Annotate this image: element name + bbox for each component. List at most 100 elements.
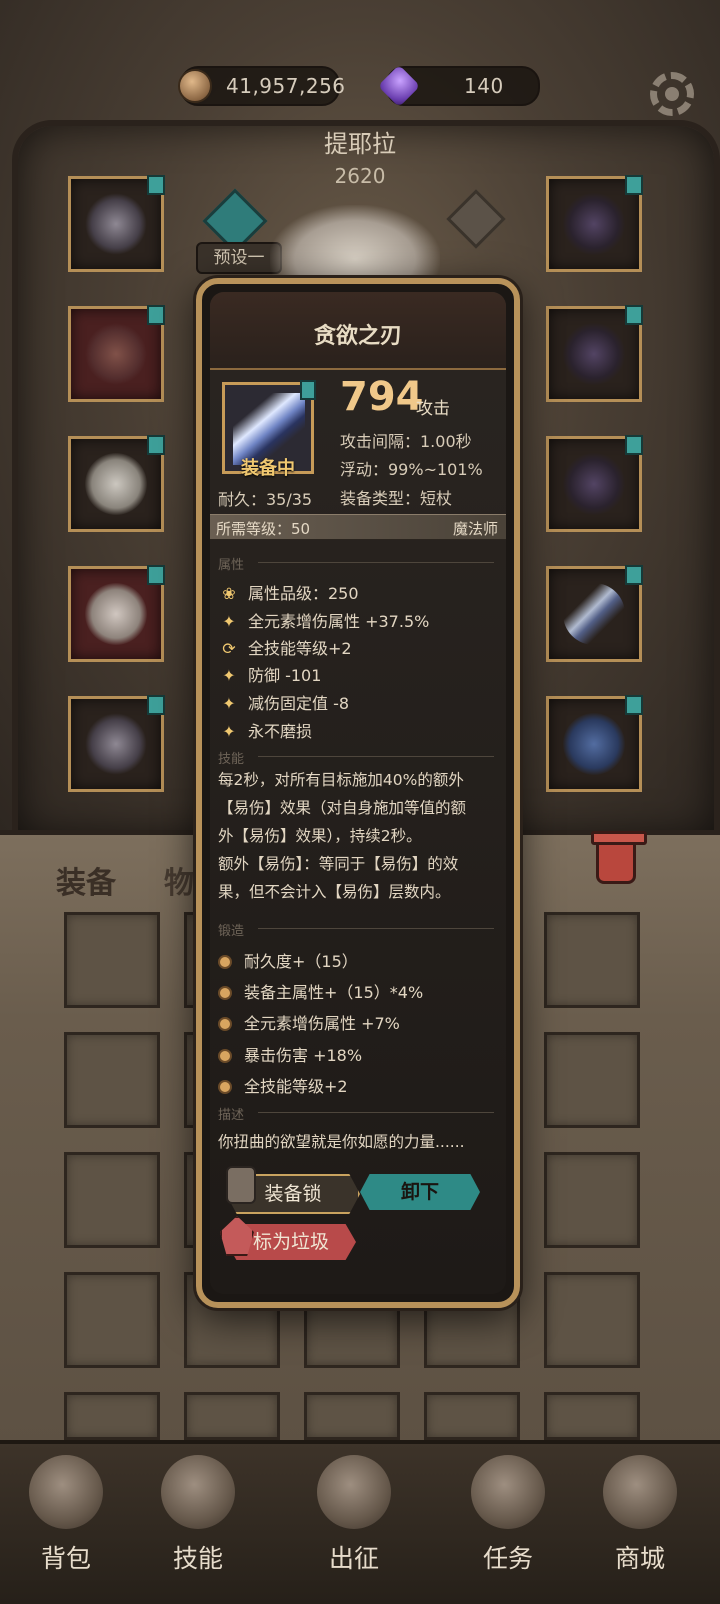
helmet-item-icon: [85, 193, 147, 255]
equip-slot-ring-2[interactable]: [546, 435, 643, 532]
ring-item-icon: [563, 323, 625, 385]
skill-line: 【易伤】效果（对自身施加等值的额: [218, 799, 467, 817]
item-detail-popup: 贪欲之刃 装备中 794 攻击 攻击间隔：1.00秒 浮动：99%~101% 装…: [210, 292, 506, 1294]
gloves-item-icon: [85, 453, 147, 515]
inventory-cell[interactable]: [424, 1392, 520, 1440]
tab-equipment[interactable]: 装备: [56, 858, 116, 902]
scroll-icon: [471, 1455, 545, 1529]
attribute-text: 永不磨损: [248, 722, 313, 741]
star-icon: ✦: [222, 694, 236, 713]
slot-tag-icon: [147, 435, 165, 455]
skill-description: 每2秒，对所有目标施加40%的额外 【易伤】效果（对自身施加等值的额 外【易伤】…: [218, 766, 502, 906]
pants-item-icon: [85, 583, 147, 645]
equip-slot-helmet[interactable]: [68, 175, 165, 272]
unequip-button[interactable]: 卸下: [360, 1174, 480, 1210]
slot-tag-icon: [147, 565, 165, 585]
nav-shop[interactable]: 商城: [580, 1455, 700, 1575]
inventory-cell[interactable]: [544, 912, 640, 1008]
nav-backpack[interactable]: 背包: [6, 1455, 126, 1575]
inventory-cell[interactable]: [304, 1392, 400, 1440]
equip-slot-weapon[interactable]: [546, 565, 643, 662]
refresh-icon: ⟳: [222, 639, 236, 658]
attribute-text: 减伤固定值 -8: [248, 694, 350, 713]
popup-title-bar: 贪欲之刃: [210, 292, 506, 370]
equip-slot-gloves[interactable]: [68, 435, 165, 532]
padlock-icon: [226, 1166, 256, 1204]
item-power-value: 794: [340, 374, 424, 420]
forge-line: 全技能等级+2: [218, 1073, 348, 1097]
star-icon: ✦: [222, 722, 236, 741]
forge-line: 全元素增伤属性 +7%: [218, 1010, 400, 1034]
forge-text: 全技能等级+2: [244, 1077, 348, 1096]
equip-slot-boots[interactable]: [68, 695, 165, 792]
inventory-cell[interactable]: [64, 1152, 160, 1248]
nav-label: 出征: [328, 1544, 379, 1573]
forge-text: 耐久度+（15）: [244, 952, 358, 971]
gem-counter: 140: [377, 64, 540, 108]
skill-line: 每2秒，对所有目标施加40%的额外: [218, 771, 464, 789]
forge-text: 全元素增伤属性 +7%: [244, 1014, 400, 1033]
gem-amount: 140: [464, 74, 504, 98]
inventory-cell[interactable]: [544, 1272, 640, 1368]
equip-slot-armor[interactable]: [68, 305, 165, 402]
slot-tag-icon: [147, 305, 165, 325]
attribute-line: ❀ 属性品级：250: [218, 580, 359, 604]
blade-item-icon: [563, 583, 625, 645]
equip-slot-offhand[interactable]: [546, 695, 643, 792]
lotus-icon: ❀: [222, 584, 236, 603]
section-skill-header: 技能: [218, 748, 495, 767]
slot-tag-icon: [625, 695, 643, 715]
inventory-cell[interactable]: [64, 912, 160, 1008]
skill-line: 果，但不会计入【易伤】层数内。: [218, 883, 451, 901]
forge-text: 装备主属性+（15）*4%: [244, 983, 424, 1002]
lantern-icon: [220, 1216, 254, 1256]
durability: 耐久：35/35: [218, 490, 313, 509]
nav-battle[interactable]: 出征: [294, 1455, 414, 1575]
attribute-text: 属性品级：250: [248, 584, 359, 603]
item-flavor-text: 你扭曲的欲望就是你如愿的力量......: [218, 1133, 465, 1151]
skill-line: 额外【易伤】：等同于【易伤】的效: [218, 855, 459, 873]
inventory-cell[interactable]: [64, 1032, 160, 1128]
forge-dot-icon: [218, 1017, 232, 1031]
inventory-cell[interactable]: [64, 1272, 160, 1368]
inventory-cell[interactable]: [544, 1392, 640, 1440]
trash-bin-icon[interactable]: [591, 831, 647, 884]
star-icon: ✦: [222, 612, 236, 631]
attribute-line: ✦ 全元素增伤属性 +37.5%: [218, 608, 429, 632]
battle-icon: [317, 1455, 391, 1529]
attribute-text: 防御 -101: [248, 666, 322, 685]
item-name: 贪欲之刃: [313, 324, 402, 349]
forge-dot-icon: [218, 955, 232, 969]
section-attributes-header: 属性: [218, 554, 495, 573]
settings-gear-icon[interactable]: [650, 72, 694, 116]
inventory-cell[interactable]: [544, 1032, 640, 1128]
gold-counter: 41,957,256: [178, 66, 345, 106]
forge-line: 耐久度+（15）: [218, 948, 358, 972]
nav-skills[interactable]: 技能: [138, 1455, 258, 1575]
slot-tag-icon: [147, 175, 165, 195]
requirement-bar: 所需等级：50 魔法师: [210, 514, 506, 540]
required-level: 所需等级：50: [216, 520, 311, 538]
nav-label: 背包: [40, 1544, 91, 1573]
gold-amount: 41,957,256: [226, 74, 346, 98]
slot-tag-icon: [625, 305, 643, 325]
hero-name: 提耶拉: [324, 130, 396, 158]
inventory-cell[interactable]: [184, 1392, 280, 1440]
slot-tag-icon: [625, 175, 643, 195]
forge-text: 暴击伤害 +18%: [244, 1046, 363, 1065]
equip-slot-ring-1[interactable]: [546, 305, 643, 402]
attribute-text: 全元素增伤属性 +37.5%: [248, 612, 430, 631]
armor-item-icon: [85, 323, 147, 385]
skill-line: 外【易伤】效果），持续2秒。: [218, 827, 422, 845]
equip-slot-necklace[interactable]: [546, 175, 643, 272]
section-forge-header: 锻造: [218, 920, 495, 939]
equip-slot-pants[interactable]: [68, 565, 165, 662]
shop-icon: [603, 1455, 677, 1529]
nav-label: 任务: [482, 1544, 533, 1573]
coin-icon: [178, 69, 212, 103]
inventory-cell[interactable]: [64, 1392, 160, 1440]
inventory-cell[interactable]: [544, 1152, 640, 1248]
nav-label: 商城: [614, 1544, 665, 1573]
nav-quests[interactable]: 任务: [448, 1455, 568, 1575]
item-tag-icon: [300, 380, 316, 400]
